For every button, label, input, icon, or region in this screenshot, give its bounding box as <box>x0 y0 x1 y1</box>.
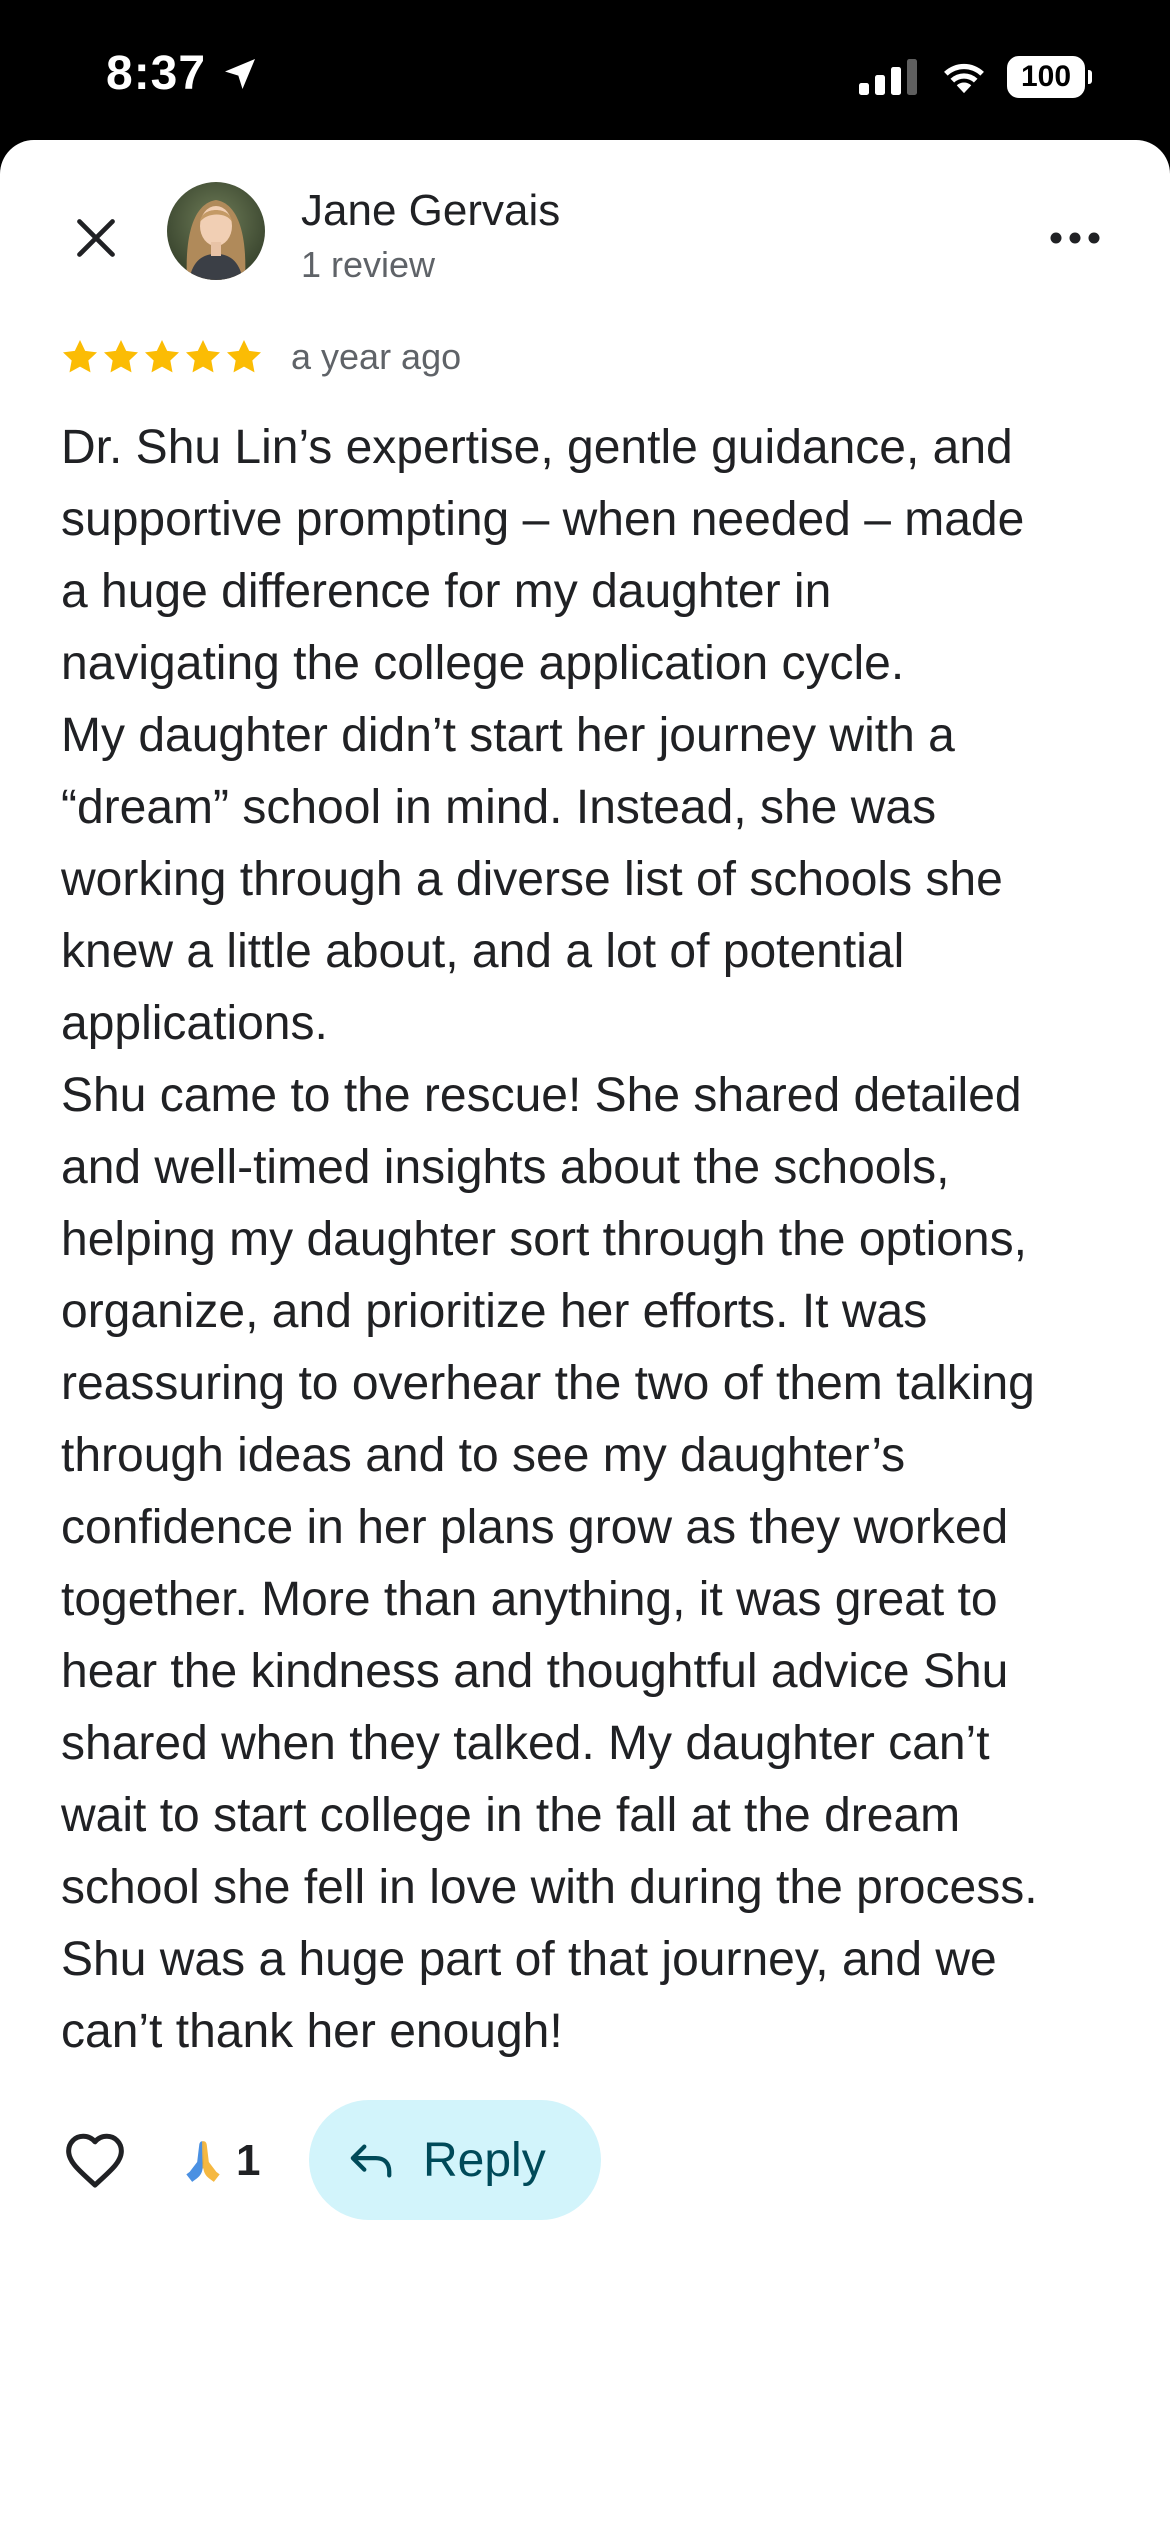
author-name[interactable]: Jane Gervais <box>301 186 560 236</box>
review-body: Dr. Shu Lin’s expertise, gentle guidance… <box>61 412 1141 2068</box>
review-line: Dr. Shu Lin’s expertise, gentle guidance… <box>61 421 1013 474</box>
reaction-badge[interactable]: 1 <box>178 2136 260 2186</box>
star-icon <box>104 340 138 373</box>
review-line: and well-timed insights about the school… <box>61 1141 950 1194</box>
review-line: wait to start college in the fall at the… <box>61 1789 961 1842</box>
review-line: working through a diverse list of school… <box>61 853 1003 906</box>
review-line: can’t thank her enough! <box>61 2005 563 2058</box>
review-count: 1 review <box>301 244 436 285</box>
wifi-icon <box>944 63 984 94</box>
status-time-group: 8:37 <box>106 46 260 101</box>
heart-outline-icon <box>66 2133 124 2188</box>
rating-row: a year ago <box>60 336 461 378</box>
status-indicators: 100 <box>859 56 1092 98</box>
review-line: confidence in her plans grow as they wor… <box>61 1501 1009 1554</box>
more-horizontal-icon <box>1050 232 1100 244</box>
review-line: a huge difference for my daughter in <box>61 565 832 618</box>
folded-hands-icon <box>186 2141 220 2182</box>
review-line: helping my daughter sort through the opt… <box>61 1213 1027 1266</box>
more-options-button[interactable] <box>1040 216 1110 260</box>
star-rating <box>60 337 265 377</box>
review-line: “dream” school in mind. Instead, she was <box>61 781 937 834</box>
location-arrow-icon <box>225 58 256 89</box>
status-time: 8:37 <box>106 47 207 100</box>
review-line: Shu was a huge part of that journey, and… <box>61 1933 997 1986</box>
review-line: through ideas and to see my daughter’s <box>61 1429 906 1482</box>
review-line: reassuring to overhear the two of them t… <box>61 1357 1035 1410</box>
review-line: Shu came to the rescue! She shared detai… <box>61 1069 1022 1122</box>
review-line: knew a little about, and a lot of potent… <box>61 925 905 978</box>
review-actions: 1 Reply <box>0 2100 1170 2220</box>
avatar[interactable] <box>167 182 265 280</box>
review-line: organize, and prioritize her efforts. It… <box>61 1285 928 1338</box>
battery-icon: 100 <box>1007 56 1092 98</box>
avatar-photo <box>167 182 265 280</box>
review-line: supportive prompting – when needed – mad… <box>61 493 1025 546</box>
close-icon <box>77 219 115 257</box>
review-time: a year ago <box>291 336 462 377</box>
reply-arrow-icon <box>350 2144 392 2178</box>
star-icon <box>63 340 97 373</box>
close-button[interactable] <box>64 206 128 270</box>
star-icon <box>145 340 179 373</box>
like-button[interactable] <box>62 2130 128 2190</box>
review-line: shared when they talked. My daughter can… <box>61 1717 990 1770</box>
review-sheet: Jane Gervais 1 review a year ago Dr. Shu… <box>0 140 1170 2532</box>
review-line: hear the kindness and thoughtful advice … <box>61 1645 1009 1698</box>
cellular-signal-icon <box>859 59 917 95</box>
reply-button[interactable]: Reply <box>309 2100 601 2220</box>
status-bar: 8:37 100 <box>0 0 1170 140</box>
review-line: together. More than anything, it was gre… <box>61 1573 998 1626</box>
battery-level: 100 <box>1007 56 1085 98</box>
star-icon <box>227 340 261 373</box>
reaction-count: 1 <box>236 2136 261 2185</box>
star-icon <box>186 340 220 373</box>
reply-label: Reply <box>423 2133 546 2187</box>
review-line: school she fell in love with during the … <box>61 1861 1038 1914</box>
battery-nub <box>1088 70 1092 84</box>
review-line: applications. <box>61 997 328 1050</box>
review-line: navigating the college application cycle… <box>61 637 905 690</box>
review-line: My daughter didn’t start her journey wit… <box>61 709 955 762</box>
